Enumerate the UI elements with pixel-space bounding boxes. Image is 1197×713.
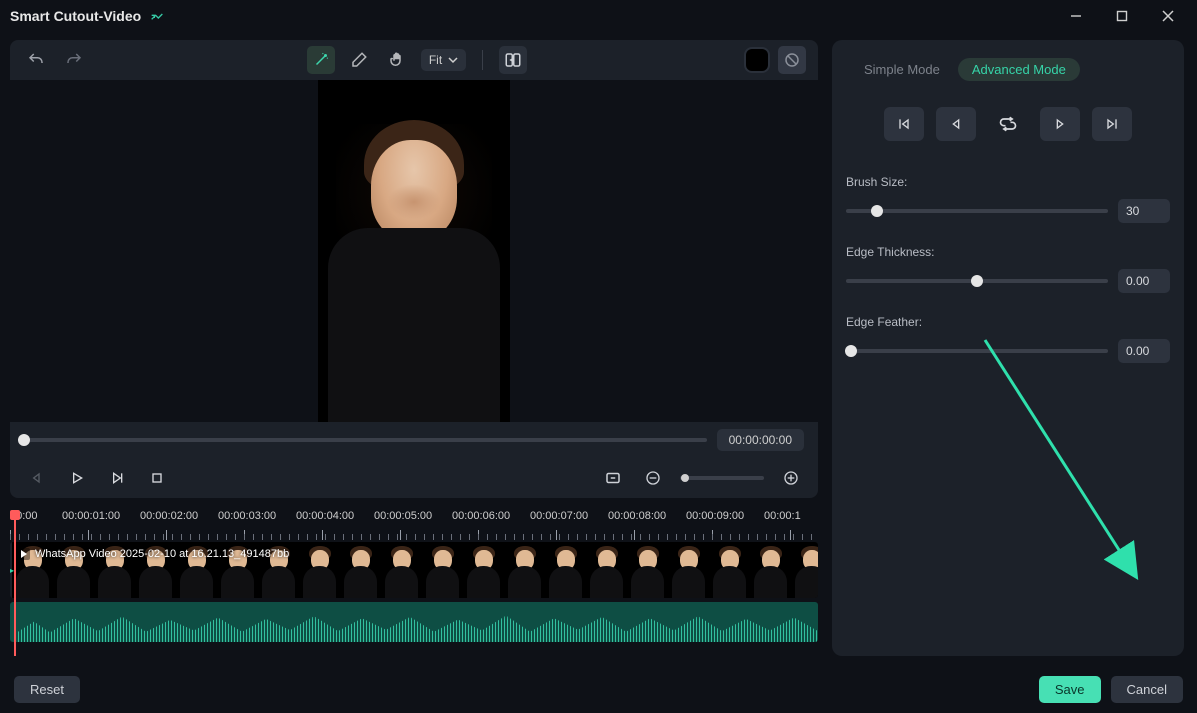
step-forward-button[interactable]: [104, 465, 130, 491]
ruler: 00:00 00:00:01:00 00:00:02:00 00:00:03:0…: [10, 510, 818, 540]
brush-size-slider[interactable]: [846, 209, 1108, 213]
window-title: Smart Cutout-Video: [10, 8, 141, 24]
ruler-label: 00:00:07:00: [530, 510, 588, 522]
waveform: [18, 608, 818, 642]
bottombar: Reset Save Cancel: [0, 665, 1197, 713]
edge-feather-label: Edge Feather:: [846, 315, 1170, 329]
prev-frame-button[interactable]: [24, 465, 50, 491]
brush-size-value[interactable]: 30: [1118, 199, 1170, 223]
separator: [482, 50, 483, 70]
tab-simple-mode[interactable]: Simple Mode: [864, 62, 940, 77]
edge-thickness-label: Edge Thickness:: [846, 245, 1170, 259]
ruler-label: 00:00:04:00: [296, 510, 354, 522]
window-minimize-button[interactable]: [1063, 3, 1089, 29]
zoom-slider[interactable]: [680, 476, 764, 480]
zoom-in-button[interactable]: [778, 465, 804, 491]
scrub-row: 00:00:00:00: [10, 422, 818, 458]
preview-canvas[interactable]: [10, 80, 818, 422]
magic-brush-tool[interactable]: [307, 46, 335, 74]
ruler-label: 00:00:05:00: [374, 510, 432, 522]
ruler-label: 00:00:06:00: [452, 510, 510, 522]
right-panel: Simple Mode Advanced Mode Brush Size: 30…: [832, 40, 1184, 656]
last-keyframe-button[interactable]: [1092, 107, 1132, 141]
ruler-label: 00:00:09:00: [686, 510, 744, 522]
zoom-select[interactable]: Fit: [421, 49, 466, 71]
keyframe-nav: [846, 107, 1170, 141]
window-close-button[interactable]: [1155, 3, 1181, 29]
edge-thickness-value[interactable]: 0.00: [1118, 269, 1170, 293]
play-icon: [18, 548, 30, 560]
playhead[interactable]: [14, 512, 16, 656]
edge-feather-value[interactable]: 0.00: [1118, 339, 1170, 363]
loop-toggle-button[interactable]: [988, 107, 1028, 141]
ruler-label: 00:00:03:00: [218, 510, 276, 522]
no-background-button[interactable]: [778, 46, 806, 74]
save-button[interactable]: Save: [1039, 676, 1101, 703]
hand-tool[interactable]: [383, 46, 411, 74]
timecode-display: 00:00:00:00: [717, 429, 804, 451]
play-controls: [10, 458, 818, 498]
viewer-toolbar: Fit: [10, 40, 818, 80]
tab-advanced-mode[interactable]: Advanced Mode: [958, 58, 1080, 81]
clip-label: WhatsApp Video 2025-02-10 at 16.21.13_49…: [18, 548, 289, 560]
clip-name: WhatsApp Video 2025-02-10 at 16.21.13_49…: [35, 548, 289, 560]
undo-button[interactable]: [22, 46, 50, 74]
ruler-label: 00:00:1: [764, 510, 801, 522]
zoom-out-button[interactable]: [640, 465, 666, 491]
prev-keyframe-button[interactable]: [936, 107, 976, 141]
playback-scrubber[interactable]: [24, 438, 707, 442]
window-maximize-button[interactable]: [1109, 3, 1135, 29]
play-button[interactable]: [64, 465, 90, 491]
stop-button[interactable]: [144, 465, 170, 491]
first-keyframe-button[interactable]: [884, 107, 924, 141]
background-color-swatch[interactable]: [746, 49, 768, 71]
redo-button[interactable]: [60, 46, 88, 74]
viewer-card: Fit 00:00:00:00: [10, 40, 818, 498]
left-panel: Fit 00:00:00:00: [10, 40, 818, 656]
reset-button[interactable]: Reset: [14, 676, 80, 703]
cancel-button[interactable]: Cancel: [1111, 676, 1183, 703]
edge-thickness-slider[interactable]: [846, 279, 1108, 283]
titlebar: Smart Cutout-Video: [0, 0, 1197, 32]
ruler-label: 00:00:01:00: [62, 510, 120, 522]
ruler-label: 00:00:08:00: [608, 510, 666, 522]
brush-size-label: Brush Size:: [846, 175, 1170, 189]
eraser-tool[interactable]: [345, 46, 373, 74]
cutout-icon: [149, 8, 165, 24]
video-frame: [318, 80, 510, 422]
next-keyframe-button[interactable]: [1040, 107, 1080, 141]
fit-view-button[interactable]: [600, 465, 626, 491]
timeline[interactable]: 00:00 00:00:01:00 00:00:02:00 00:00:03:0…: [10, 510, 818, 656]
audio-track[interactable]: [10, 602, 818, 642]
mode-tabs: Simple Mode Advanced Mode: [846, 58, 1170, 81]
video-track[interactable]: ▸: [10, 542, 818, 598]
edge-feather-slider[interactable]: [846, 349, 1108, 353]
annotation-arrow: [970, 330, 1150, 590]
zoom-value: Fit: [429, 53, 442, 67]
compare-toggle[interactable]: [499, 46, 527, 74]
ruler-label: 00:00:02:00: [140, 510, 198, 522]
